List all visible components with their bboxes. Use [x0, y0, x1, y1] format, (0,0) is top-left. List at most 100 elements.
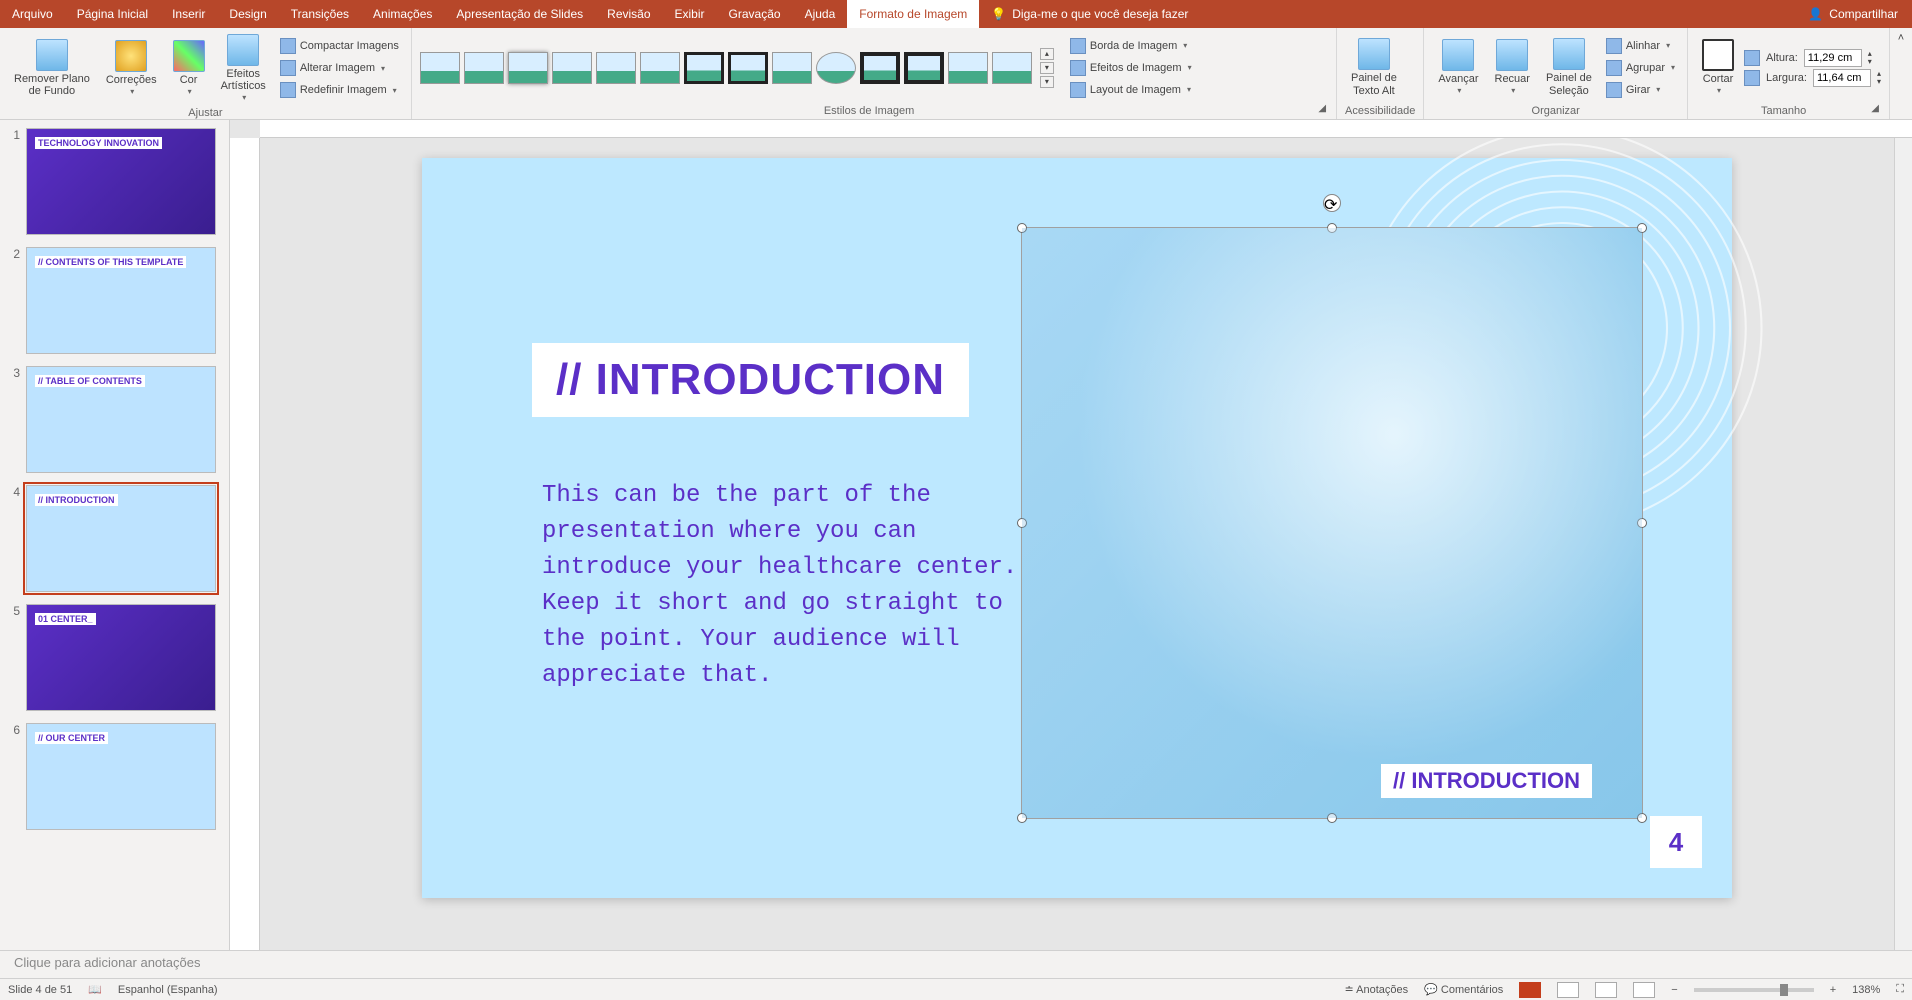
zoom-in-button[interactable]: +: [1830, 984, 1836, 996]
slide-title[interactable]: // INTRODUCTION: [532, 343, 969, 417]
correcoes-button[interactable]: Correções: [100, 38, 163, 99]
tab-revisao[interactable]: Revisão: [595, 0, 662, 28]
status-spellcheck-icon[interactable]: 📖: [88, 983, 102, 996]
picture-style-3[interactable]: [508, 52, 548, 84]
altura-input[interactable]: [1804, 49, 1862, 67]
ribbon: Remover Plano de Fundo Correções Cor Efe…: [0, 28, 1912, 120]
picture-style-4[interactable]: [552, 52, 592, 84]
slide-thumbnail-2[interactable]: // CONTENTS OF THIS TEMPLATE: [26, 247, 216, 354]
slide-thumbnail-6[interactable]: // OUR CENTER: [26, 723, 216, 830]
tab-arquivo[interactable]: Arquivo: [0, 0, 65, 28]
alinhar-button[interactable]: Alinhar: [1602, 36, 1679, 56]
resize-handle-w[interactable]: [1017, 518, 1027, 528]
picture-styles-gallery[interactable]: ▴ ▾ ▾: [420, 48, 1054, 88]
slide-thumbnail-1[interactable]: TECHNOLOGY INNOVATION: [26, 128, 216, 235]
view-reading-button[interactable]: [1595, 982, 1617, 998]
altura-spinner[interactable]: ▴▾: [1868, 50, 1872, 66]
gallery-up-button[interactable]: ▴: [1040, 48, 1054, 60]
notes-pane[interactable]: Clique para adicionar anotações: [0, 950, 1912, 978]
painel-selecao-button[interactable]: Painel de Seleção: [1540, 36, 1598, 98]
slide-thumbnail-5[interactable]: 01 CENTER_: [26, 604, 216, 711]
slide-body-text[interactable]: This can be the part of the presentation…: [542, 478, 1022, 694]
picture-style-2[interactable]: [464, 52, 504, 84]
estilos-launcher[interactable]: ◢: [1318, 103, 1328, 117]
largura-spinner[interactable]: ▴▾: [1877, 70, 1881, 86]
recuar-button[interactable]: Recuar: [1489, 37, 1536, 98]
editor-area: // INTRODUCTION This can be the part of …: [230, 120, 1912, 950]
picture-style-13[interactable]: [948, 52, 988, 84]
picture-style-7[interactable]: [684, 52, 724, 84]
zoom-level[interactable]: 138%: [1852, 984, 1880, 996]
view-slideshow-button[interactable]: [1633, 982, 1655, 998]
status-anotacoes-button[interactable]: ≐ Anotações: [1345, 983, 1409, 996]
picture-style-14[interactable]: [992, 52, 1032, 84]
slide-thumbnail-4[interactable]: // INTRODUCTION: [26, 485, 216, 592]
tab-exibir[interactable]: Exibir: [663, 0, 717, 28]
vertical-scrollbar[interactable]: [1894, 138, 1912, 950]
tab-formato-imagem[interactable]: Formato de Imagem: [847, 0, 979, 28]
artistic-effects-icon: [227, 34, 259, 66]
layout-imagem-button[interactable]: Layout de Imagem: [1066, 80, 1196, 100]
agrupar-button[interactable]: Agrupar: [1602, 58, 1679, 78]
efeitos-artisticos-button[interactable]: Efeitos Artísticos: [215, 32, 272, 105]
largura-input[interactable]: [1813, 69, 1871, 87]
picture-style-6[interactable]: [640, 52, 680, 84]
picture-style-1[interactable]: [420, 52, 460, 84]
borda-imagem-button[interactable]: Borda de Imagem: [1066, 36, 1196, 56]
girar-button[interactable]: Girar: [1602, 80, 1679, 100]
tab-apresentacao[interactable]: Apresentação de Slides: [444, 0, 595, 28]
view-sorter-button[interactable]: [1557, 982, 1579, 998]
tab-design[interactable]: Design: [217, 0, 278, 28]
slide-canvas-area[interactable]: // INTRODUCTION This can be the part of …: [260, 138, 1894, 950]
cortar-button[interactable]: Cortar: [1696, 37, 1740, 98]
resize-handle-e[interactable]: [1637, 518, 1647, 528]
resize-handle-n[interactable]: [1327, 223, 1337, 233]
status-comentarios-button[interactable]: 💬 Comentários: [1424, 983, 1503, 996]
resize-handle-sw[interactable]: [1017, 813, 1027, 823]
redefinir-imagem-button[interactable]: Redefinir Imagem: [276, 80, 403, 100]
picture-style-8[interactable]: [728, 52, 768, 84]
gallery-down-button[interactable]: ▾: [1040, 62, 1054, 74]
tamanho-launcher[interactable]: ◢: [1871, 103, 1881, 117]
status-language[interactable]: Espanhol (Espanha): [118, 984, 218, 996]
compactar-imagens-button[interactable]: Compactar Imagens: [276, 36, 403, 56]
fit-to-window-button[interactable]: ⛶: [1896, 983, 1904, 996]
picture-style-11[interactable]: [860, 52, 900, 84]
gallery-more-button[interactable]: ▾: [1040, 76, 1054, 88]
collapse-ribbon-button[interactable]: ˄: [1898, 32, 1904, 44]
resize-handle-nw[interactable]: [1017, 223, 1027, 233]
tab-animacoes[interactable]: Animações: [361, 0, 444, 28]
slide-thumbnails-panel[interactable]: 1TECHNOLOGY INNOVATION2// CONTENTS OF TH…: [0, 120, 230, 950]
tab-pagina-inicial[interactable]: Página Inicial: [65, 0, 160, 28]
rotation-handle[interactable]: ⟳: [1323, 194, 1341, 212]
picture-style-9[interactable]: [772, 52, 812, 84]
tab-inserir[interactable]: Inserir: [160, 0, 217, 28]
share-button[interactable]: 👤 Compartilhar: [1794, 7, 1912, 21]
avancar-button[interactable]: Avançar: [1432, 37, 1484, 98]
resize-handle-s[interactable]: [1327, 813, 1337, 823]
picture-style-5[interactable]: [596, 52, 636, 84]
slide[interactable]: // INTRODUCTION This can be the part of …: [422, 158, 1732, 898]
page-number: 4: [1650, 816, 1702, 868]
selected-picture[interactable]: ⟳: [1022, 228, 1642, 818]
tab-transicoes[interactable]: Transições: [279, 0, 361, 28]
resize-handle-se[interactable]: [1637, 813, 1647, 823]
remover-fundo-button[interactable]: Remover Plano de Fundo: [8, 37, 96, 99]
tell-me[interactable]: 💡 Diga-me o que você deseja fazer: [979, 7, 1200, 21]
zoom-slider[interactable]: [1694, 988, 1814, 992]
tab-gravacao[interactable]: Gravação: [717, 0, 793, 28]
cor-button[interactable]: Cor: [167, 38, 211, 99]
vertical-ruler: [230, 138, 260, 950]
efeitos-imagem-button[interactable]: Efeitos de Imagem: [1066, 58, 1196, 78]
view-normal-button[interactable]: [1519, 982, 1541, 998]
resize-handle-ne[interactable]: [1637, 223, 1647, 233]
picture-style-12[interactable]: [904, 52, 944, 84]
zoom-out-button[interactable]: −: [1671, 984, 1677, 996]
alterar-imagem-button[interactable]: Alterar Imagem: [276, 58, 403, 78]
tab-ajuda[interactable]: Ajuda: [793, 0, 848, 28]
painel-texto-alt-button[interactable]: Painel de Texto Alt: [1345, 36, 1403, 98]
slide-thumbnail-3[interactable]: // TABLE OF CONTENTS: [26, 366, 216, 473]
section-badge[interactable]: // INTRODUCTION: [1381, 764, 1592, 798]
picture-style-10[interactable]: [816, 52, 856, 84]
layout-label: Layout de Imagem: [1090, 84, 1181, 96]
